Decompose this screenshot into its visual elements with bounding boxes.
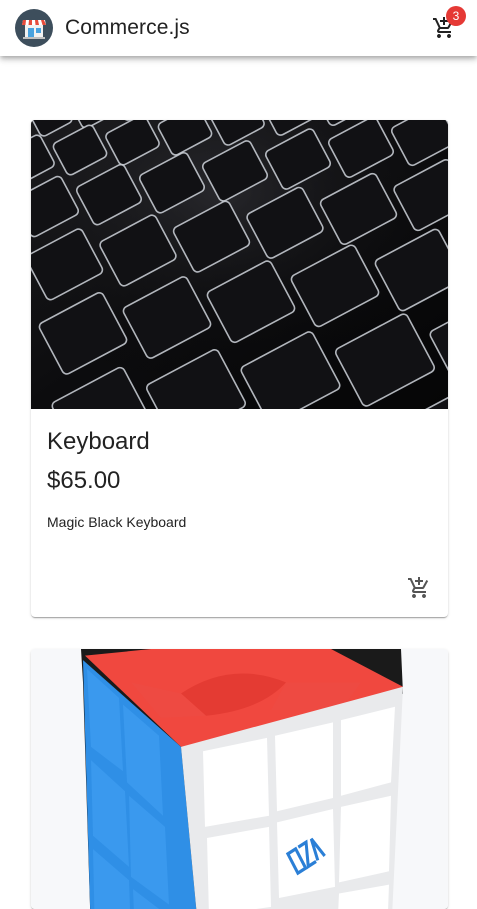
cart-button[interactable]: 3: [424, 6, 466, 48]
brand-title[interactable]: Commerce.js: [65, 15, 190, 41]
product-image-keyboard: [31, 120, 448, 409]
cart-count-badge: 3: [446, 6, 466, 26]
product-card: Keyboard $65.00 Magic Black Keyboard: [31, 120, 448, 617]
add-to-cart-button[interactable]: [403, 572, 435, 604]
product-name[interactable]: Keyboard: [47, 427, 150, 457]
product-image-rubiks-cube: [31, 649, 448, 909]
add-shopping-cart-icon: [408, 577, 429, 598]
product-description: Magic Black Keyboard: [47, 514, 187, 530]
product-price: $65.00: [47, 467, 121, 494]
product-card: [31, 649, 448, 909]
app-bar: Commerce.js 3: [0, 0, 477, 56]
shop-logo-icon[interactable]: [15, 9, 53, 47]
